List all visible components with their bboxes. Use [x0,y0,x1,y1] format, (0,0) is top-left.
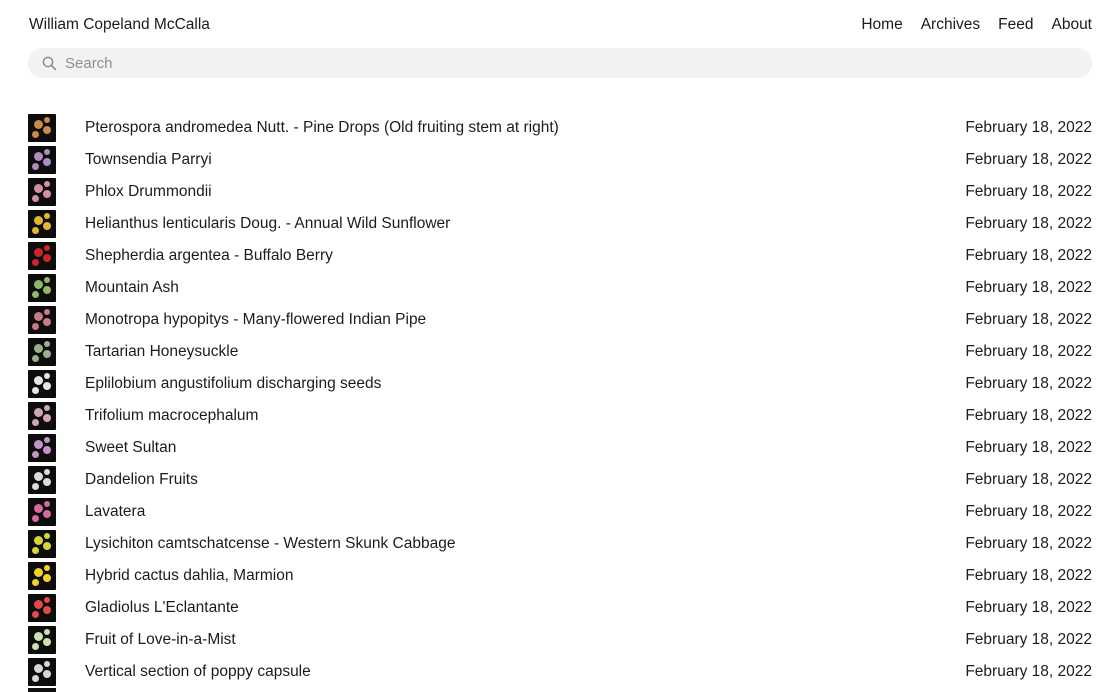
list-item[interactable]: Vertical section of poppy capsule Februar… [28,656,1092,688]
post-thumbnail[interactable] [28,242,56,270]
post-date: February 18, 2022 [965,279,1092,296]
post-date: February 18, 2022 [965,119,1092,136]
list-item[interactable]: Lysichiton camtschatcense - Western Skun… [28,528,1092,560]
post-date: February 18, 2022 [965,343,1092,360]
list-item[interactable]: Hybrid cactus dahlia, Marmion February 18… [28,560,1092,592]
main-nav: Home Archives Feed About [861,16,1092,34]
post-thumbnail[interactable] [28,658,56,686]
post-thumbnail[interactable] [28,178,56,206]
post-title-link[interactable]: Lavatera [85,503,145,521]
list-item[interactable]: Tartarian Honeysuckle February 18, 2022 [28,336,1092,368]
list-item[interactable]: Monotropa hypopitys - Many-flowered Indi… [28,304,1092,336]
post-title-link[interactable]: Trifolium macrocephalum [85,407,258,425]
post-date: February 18, 2022 [965,503,1092,520]
list-item[interactable]: Helianthus lenticularis Doug. - Annual W… [28,208,1092,240]
list-item-thumbnail-partial [28,688,56,692]
nav-feed[interactable]: Feed [998,16,1033,34]
post-thumbnail[interactable] [28,498,56,526]
list-item[interactable]: Lavatera February 18, 2022 [28,496,1092,528]
post-title-link[interactable]: Sweet Sultan [85,439,176,457]
post-date: February 18, 2022 [965,247,1092,264]
list-item[interactable]: Fruit of Love-in-a-Mist February 18, 2022 [28,624,1092,656]
list-item[interactable]: Shepherdia argentea - Buffalo Berry Febru… [28,240,1092,272]
search-icon [41,55,57,71]
post-thumbnail[interactable] [28,338,56,366]
post-thumbnail[interactable] [28,594,56,622]
post-thumbnail[interactable] [28,466,56,494]
post-date: February 18, 2022 [965,663,1092,680]
list-item[interactable]: Trifolium macrocephalum February 18, 2022 [28,400,1092,432]
post-title-link[interactable]: Tartarian Honeysuckle [85,343,238,361]
post-date: February 18, 2022 [965,439,1092,456]
list-item[interactable]: Sweet Sultan February 18, 2022 [28,432,1092,464]
post-title-link[interactable]: Helianthus lenticularis Doug. - Annual W… [85,215,450,233]
post-thumbnail[interactable] [28,626,56,654]
post-title-link[interactable]: Lysichiton camtschatcense - Western Skun… [85,535,455,553]
post-date: February 18, 2022 [965,311,1092,328]
search-bar[interactable] [28,48,1092,78]
post-title-link[interactable]: Townsendia Parryi [85,151,212,169]
post-thumbnail[interactable] [28,530,56,558]
post-thumbnail[interactable] [28,210,56,238]
search-input[interactable] [65,49,965,77]
list-item[interactable]: Dandelion Fruits February 18, 2022 [28,464,1092,496]
post-title-link[interactable]: Eplilobium angustifolium discharging see… [85,375,381,393]
post-thumbnail[interactable] [28,434,56,462]
post-date: February 18, 2022 [965,535,1092,552]
list-item[interactable]: Phlox Drummondii February 18, 2022 [28,176,1092,208]
post-title-link[interactable]: Pterospora andromedea Nutt. - Pine Drops… [85,119,559,137]
post-date: February 18, 2022 [965,599,1092,616]
site-title[interactable]: William Copeland McCalla [29,16,210,34]
post-title-link[interactable]: Gladiolus L'Eclantante [85,599,239,617]
list-item[interactable]: Mountain Ash February 18, 2022 [28,272,1092,304]
list-item[interactable]: Pterospora andromedea Nutt. - Pine Drops… [28,112,1092,144]
post-date: February 18, 2022 [965,215,1092,232]
post-thumbnail[interactable] [28,402,56,430]
post-title-link[interactable]: Monotropa hypopitys - Many-flowered Indi… [85,311,426,329]
site-header: William Copeland McCalla Home Archives F… [29,13,1092,37]
list-item[interactable]: Eplilobium angustifolium discharging see… [28,368,1092,400]
nav-home[interactable]: Home [861,16,902,34]
post-thumbnail[interactable] [28,562,56,590]
post-title-link[interactable]: Mountain Ash [85,279,179,297]
list-item[interactable]: Gladiolus L'Eclantante February 18, 2022 [28,592,1092,624]
post-date: February 18, 2022 [965,151,1092,168]
post-title-link[interactable]: Fruit of Love-in-a-Mist [85,631,236,649]
post-thumbnail[interactable] [28,146,56,174]
nav-about[interactable]: About [1051,16,1092,34]
post-thumbnail[interactable] [28,370,56,398]
nav-archives[interactable]: Archives [921,16,980,34]
post-title-link[interactable]: Shepherdia argentea - Buffalo Berry [85,247,333,265]
post-date: February 18, 2022 [965,407,1092,424]
post-list: Pterospora andromedea Nutt. - Pine Drops… [28,112,1092,688]
post-date: February 18, 2022 [965,375,1092,392]
post-title-link[interactable]: Phlox Drummondii [85,183,212,201]
post-title-link[interactable]: Vertical section of poppy capsule [85,663,311,681]
post-title-link[interactable]: Hybrid cactus dahlia, Marmion [85,567,293,585]
post-date: February 18, 2022 [965,183,1092,200]
post-title-link[interactable]: Dandelion Fruits [85,471,198,489]
post-thumbnail[interactable] [28,114,56,142]
post-thumbnail[interactable] [28,274,56,302]
post-thumbnail[interactable] [28,306,56,334]
list-item[interactable]: Townsendia Parryi February 18, 2022 [28,144,1092,176]
post-date: February 18, 2022 [965,471,1092,488]
post-date: February 18, 2022 [965,567,1092,584]
post-date: February 18, 2022 [965,631,1092,648]
